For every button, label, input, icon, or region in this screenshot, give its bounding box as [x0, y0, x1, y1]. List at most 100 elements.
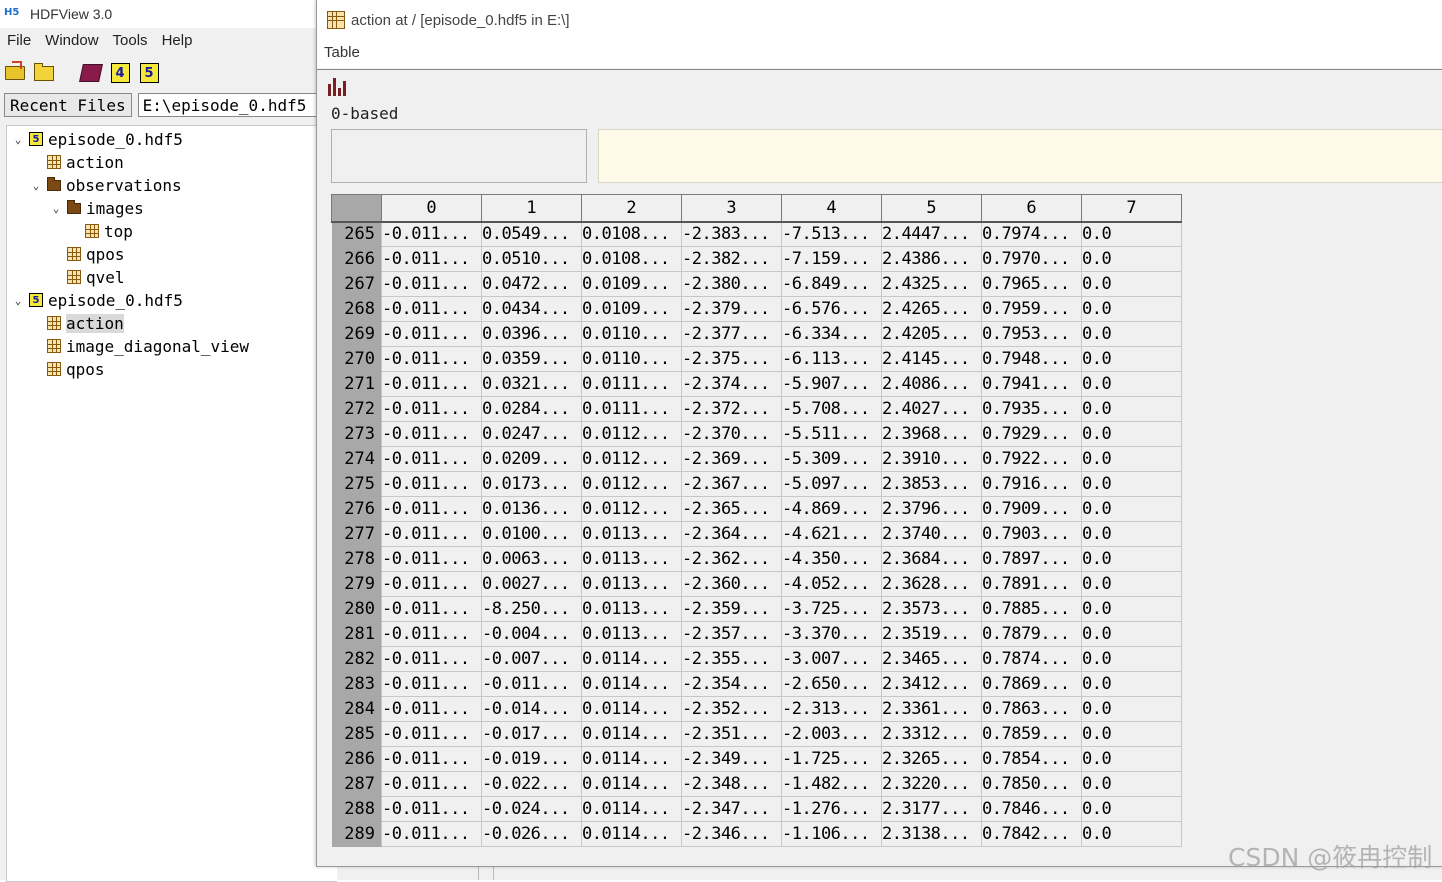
table-cell[interactable]: 0.0112... — [581, 496, 682, 522]
table-cell[interactable]: -0.026... — [481, 821, 582, 847]
column-header[interactable]: 6 — [981, 194, 1082, 223]
table-cell[interactable]: -4.869... — [781, 496, 882, 522]
table-cell[interactable]: 0.0 — [1081, 571, 1182, 597]
table-cell[interactable]: -0.011... — [381, 471, 482, 497]
table-cell[interactable]: 0.7842... — [981, 821, 1082, 847]
table-cell[interactable]: -0.011... — [381, 596, 482, 622]
chevron-down-icon[interactable]: ⌄ — [51, 202, 61, 215]
open-folder-button[interactable] — [33, 62, 55, 84]
table-cell[interactable]: 2.3177... — [881, 796, 982, 822]
tree-node[interactable]: ⌄ 5 episode_0.hdf5 — [13, 289, 183, 311]
table-cell[interactable]: 0.0110... — [581, 346, 682, 372]
table-cell[interactable]: -6.576... — [781, 296, 882, 322]
tree-node[interactable]: action — [47, 312, 124, 334]
table-cell[interactable]: 0.0 — [1081, 371, 1182, 397]
table-cell[interactable]: -2.352... — [681, 696, 782, 722]
table-cell[interactable]: 0.7903... — [981, 521, 1082, 547]
table-cell[interactable]: -2.377... — [681, 321, 782, 347]
help-book-button[interactable] — [79, 62, 103, 84]
tree-node[interactable]: ⌄ 5 episode_0.hdf5 — [13, 128, 183, 150]
open-file-button[interactable] — [4, 61, 26, 84]
table-cell[interactable]: 0.0114... — [581, 821, 682, 847]
table-cell[interactable]: 0.7863... — [981, 696, 1082, 722]
tree-node[interactable]: image_diagonal_view — [47, 335, 249, 357]
table-cell[interactable]: 0.0 — [1081, 796, 1182, 822]
table-cell[interactable]: 0.0434... — [481, 296, 582, 322]
table-cell[interactable]: -3.370... — [781, 621, 882, 647]
tree-node[interactable]: qpos — [67, 243, 125, 265]
table-cell[interactable]: -2.347... — [681, 796, 782, 822]
table-cell[interactable]: 0.0100... — [481, 521, 582, 547]
table-cell[interactable]: 2.3361... — [881, 696, 982, 722]
row-header[interactable]: 267 — [331, 271, 382, 297]
table-cell[interactable]: -2.365... — [681, 496, 782, 522]
table-cell[interactable]: -0.011... — [381, 771, 482, 797]
table-cell[interactable]: 2.3628... — [881, 571, 982, 597]
table-cell[interactable]: -2.351... — [681, 721, 782, 747]
table-cell[interactable]: 0.7897... — [981, 546, 1082, 572]
table-cell[interactable]: -0.011... — [481, 671, 582, 697]
hdf5-library-button[interactable]: 5 — [138, 62, 160, 84]
table-cell[interactable]: -0.011... — [381, 246, 482, 272]
table-cell[interactable]: -0.011... — [381, 221, 482, 247]
table-cell[interactable]: 0.0109... — [581, 296, 682, 322]
chart-button[interactable] — [326, 74, 348, 96]
table-cell[interactable]: -2.003... — [781, 721, 882, 747]
table-cell[interactable]: 0.7948... — [981, 346, 1082, 372]
column-header[interactable]: 2 — [581, 194, 682, 223]
table-cell[interactable]: 0.0209... — [481, 446, 582, 472]
table-cell[interactable]: 0.0 — [1081, 421, 1182, 447]
table-cell[interactable]: -0.011... — [381, 421, 482, 447]
table-cell[interactable]: -7.159... — [781, 246, 882, 272]
column-header[interactable]: 4 — [781, 194, 882, 223]
table-cell[interactable]: 0.0113... — [581, 521, 682, 547]
table-cell[interactable]: 0.0027... — [481, 571, 582, 597]
row-header[interactable]: 285 — [331, 721, 382, 747]
menu-window[interactable]: Window — [38, 30, 105, 52]
menu-help[interactable]: Help — [155, 30, 200, 52]
row-header[interactable]: 278 — [331, 546, 382, 572]
table-cell[interactable]: 0.0111... — [581, 371, 682, 397]
table-cell[interactable]: 0.0 — [1081, 446, 1182, 472]
table-cell[interactable]: 0.7891... — [981, 571, 1082, 597]
table-cell[interactable]: 0.0 — [1081, 771, 1182, 797]
table-cell[interactable]: -2.375... — [681, 346, 782, 372]
table-cell[interactable]: 0.0 — [1081, 496, 1182, 522]
table-cell[interactable]: 2.3265... — [881, 746, 982, 772]
table-cell[interactable]: -2.650... — [781, 671, 882, 697]
table-cell[interactable]: 0.0 — [1081, 696, 1182, 722]
row-header[interactable]: 277 — [331, 521, 382, 547]
table-cell[interactable]: -2.357... — [681, 621, 782, 647]
row-header[interactable]: 282 — [331, 646, 382, 672]
table-cell[interactable]: 0.7869... — [981, 671, 1082, 697]
table-cell[interactable]: -0.011... — [381, 446, 482, 472]
table-cell[interactable]: -5.097... — [781, 471, 882, 497]
recent-file-path-input[interactable]: E:\episode_0.hdf5 — [137, 93, 328, 117]
row-header[interactable]: 287 — [331, 771, 382, 797]
table-cell[interactable]: 2.3220... — [881, 771, 982, 797]
tree-node[interactable]: top — [85, 220, 133, 242]
table-cell[interactable]: 2.3740... — [881, 521, 982, 547]
table-cell[interactable]: -5.907... — [781, 371, 882, 397]
table-cell[interactable]: 0.0113... — [581, 596, 682, 622]
table-cell[interactable]: 0.0 — [1081, 321, 1182, 347]
table-cell[interactable]: 0.0396... — [481, 321, 582, 347]
table-cell[interactable]: -3.725... — [781, 596, 882, 622]
menu-tools[interactable]: Tools — [106, 30, 155, 52]
table-cell[interactable]: -0.011... — [381, 271, 482, 297]
table-cell[interactable]: 0.7935... — [981, 396, 1082, 422]
table-cell[interactable]: 0.7850... — [981, 771, 1082, 797]
table-cell[interactable]: 0.0 — [1081, 596, 1182, 622]
table-cell[interactable]: 0.0109... — [581, 271, 682, 297]
table-cell[interactable]: 0.0 — [1081, 721, 1182, 747]
table-cell[interactable]: 0.0 — [1081, 821, 1182, 847]
table-cell[interactable]: 0.0 — [1081, 246, 1182, 272]
table-cell[interactable]: 0.0 — [1081, 471, 1182, 497]
table-cell[interactable]: 0.0 — [1081, 221, 1182, 247]
table-cell[interactable]: 0.0 — [1081, 396, 1182, 422]
table-cell[interactable]: 2.4447... — [881, 221, 982, 247]
table-cell[interactable]: -2.379... — [681, 296, 782, 322]
row-header[interactable]: 281 — [331, 621, 382, 647]
row-header[interactable]: 269 — [331, 321, 382, 347]
table-cell[interactable]: -0.011... — [381, 521, 482, 547]
